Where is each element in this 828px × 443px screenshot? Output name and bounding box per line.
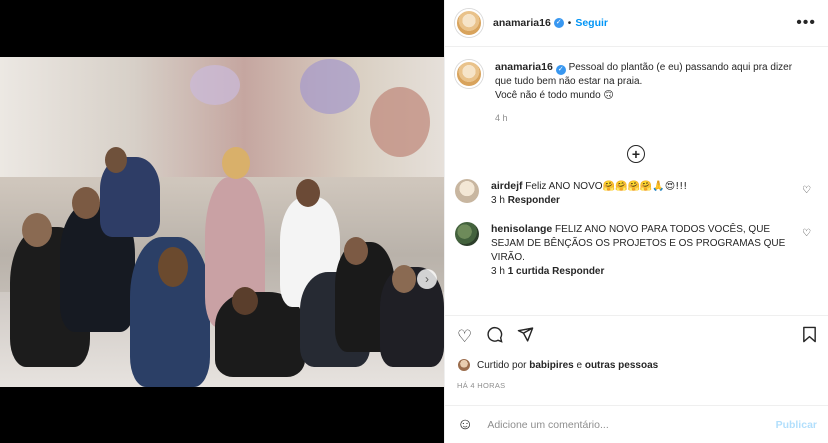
- commenter-username[interactable]: airdejf: [491, 180, 523, 192]
- liked-by: Curtido por babipires e outras pessoas: [457, 358, 817, 372]
- liked-others-link[interactable]: outras pessoas: [585, 360, 658, 371]
- add-comment-bar: ☺ Publicar: [445, 405, 828, 443]
- liked-prefix: Curtido por: [477, 359, 527, 371]
- comment-emojis: 🤗🤗🤗🤗🙏😍!!!: [602, 181, 688, 192]
- emoji-smile-icon[interactable]: ☺: [457, 416, 473, 434]
- like-heart-icon[interactable]: ♡: [457, 328, 472, 345]
- publish-button[interactable]: Publicar: [776, 419, 817, 431]
- reply-button[interactable]: Responder: [508, 195, 560, 206]
- post-actions: ♡ Curtido por babipires e outras pessoas…: [445, 315, 828, 390]
- comment-time[interactable]: 3 h: [491, 266, 505, 277]
- reply-button[interactable]: Responder: [552, 266, 604, 277]
- liker-avatar[interactable]: [457, 358, 471, 372]
- follow-button[interactable]: Seguir: [575, 17, 608, 29]
- comment-input[interactable]: [487, 418, 776, 431]
- post-photo[interactable]: ›: [0, 57, 444, 387]
- comment-item: airdejf Feliz ANO NOVO🤗🤗🤗🤗🙏😍!!! 3 h Resp…: [455, 179, 817, 208]
- author-username[interactable]: anamaria16: [493, 17, 551, 29]
- comment-time[interactable]: 3 h: [491, 195, 505, 206]
- load-more-comments[interactable]: +: [455, 145, 817, 163]
- post-time-ago[interactable]: HÁ 4 HORAS: [457, 381, 817, 390]
- carousel-next-icon[interactable]: ›: [417, 269, 437, 289]
- verified-badge-icon: ✓: [553, 18, 564, 28]
- comment-bubble-icon[interactable]: [486, 326, 503, 346]
- caption-time[interactable]: 4 h: [495, 111, 508, 125]
- separator-dot: •: [567, 17, 572, 29]
- plus-circle-icon[interactable]: +: [627, 145, 645, 163]
- caption-username[interactable]: anamaria16: [495, 61, 553, 73]
- instagram-post-modal: › anamaria16 ✓ • Seguir ••• anamaria16 ✓…: [0, 0, 828, 443]
- comment-like-heart-icon[interactable]: ♡: [802, 228, 811, 239]
- commenter-avatar[interactable]: [455, 222, 479, 246]
- liked-user-link[interactable]: babipires: [529, 360, 573, 371]
- share-send-icon[interactable]: [517, 326, 534, 346]
- caption-emoji: 🙃: [603, 90, 614, 101]
- post-details-panel: anamaria16 ✓ • Seguir ••• anamaria16 ✓ Pe…: [444, 0, 828, 443]
- post-header: anamaria16 ✓ • Seguir •••: [445, 0, 828, 47]
- comment-likes-count[interactable]: 1 curtida: [508, 266, 550, 277]
- caption-text-line3: Você não é todo mundo: [495, 90, 601, 101]
- caption-text-line2: que tudo bem não estar na praia.: [495, 76, 643, 87]
- commenter-username[interactable]: henisolange: [491, 223, 552, 235]
- more-options-icon[interactable]: •••: [796, 14, 816, 32]
- action-bar: ♡: [457, 324, 817, 348]
- comment-text: Feliz ANO NOVO: [525, 181, 603, 192]
- bookmark-icon[interactable]: [802, 326, 817, 346]
- comment-item: henisolange FELIZ ANO NOVO PARA TODOS VO…: [455, 222, 817, 279]
- commenter-avatar[interactable]: [455, 179, 479, 203]
- liked-middle: e: [576, 359, 583, 371]
- post-media-panel: ›: [0, 0, 444, 443]
- caption: anamaria16 ✓ Pessoal do plantão (e eu) pa…: [455, 60, 817, 125]
- verified-badge-icon: ✓: [555, 65, 566, 75]
- caption-avatar[interactable]: [455, 60, 483, 88]
- caption-text-line1: Pessoal do plantão (e eu) passando aqui …: [568, 62, 793, 73]
- author-avatar[interactable]: [455, 9, 483, 37]
- comment-like-heart-icon[interactable]: ♡: [802, 185, 811, 196]
- comments-section: anamaria16 ✓ Pessoal do plantão (e eu) pa…: [445, 48, 828, 315]
